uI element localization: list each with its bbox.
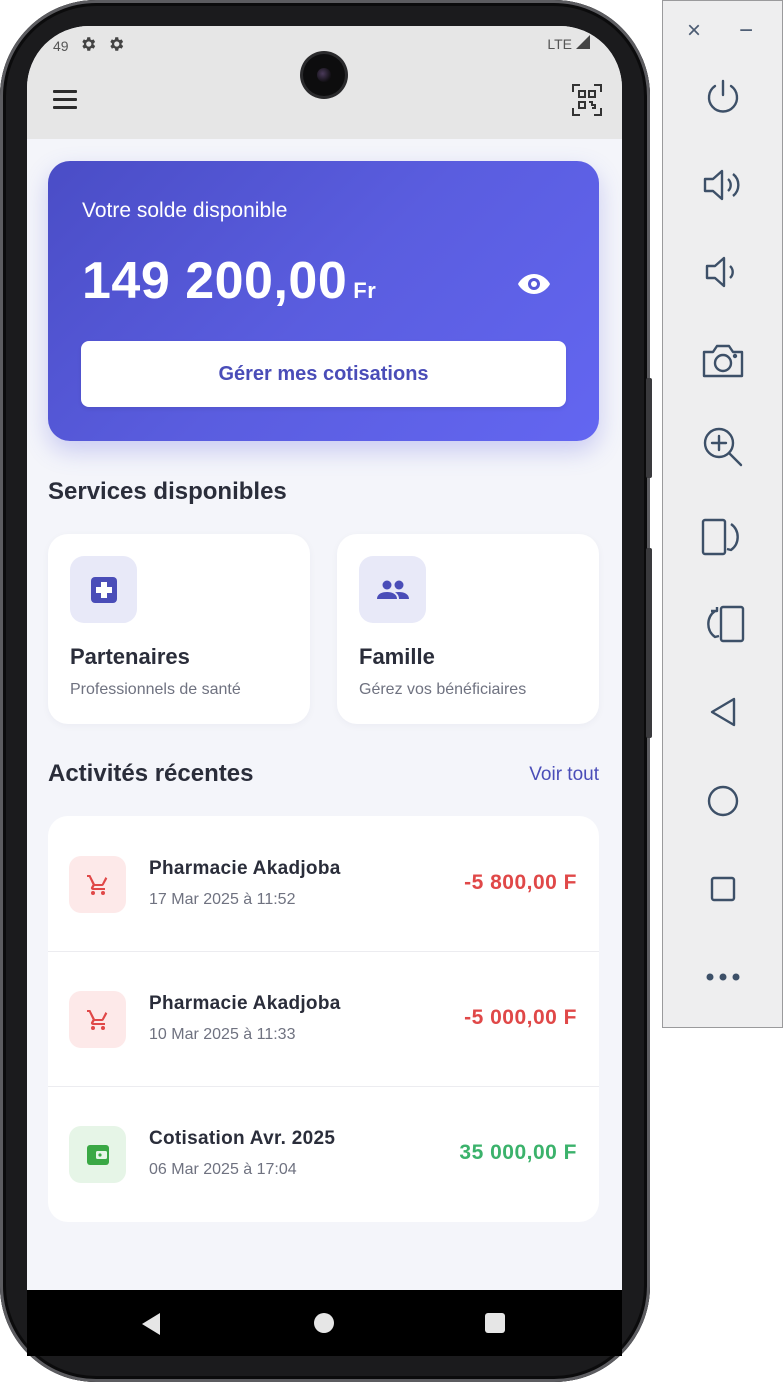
- home-icon[interactable]: [697, 775, 749, 827]
- signal-icon: [576, 35, 590, 52]
- front-camera: [303, 54, 345, 96]
- zoom-icon[interactable]: [697, 421, 749, 473]
- activity-date: 06 Mar 2025 à 17:04: [149, 1161, 297, 1178]
- balance-amount: 149 200,00 Fr: [82, 251, 376, 311]
- balance-card: Votre solde disponible 149 200,00 Fr Gére…: [48, 161, 599, 441]
- gear-icon: [107, 35, 125, 56]
- cart-icon: [69, 991, 126, 1048]
- home-icon[interactable]: [313, 1312, 335, 1339]
- activity-date: 10 Mar 2025 à 11:33: [149, 1026, 296, 1043]
- balance-currency: Fr: [353, 278, 377, 303]
- rotate-left-icon[interactable]: [697, 511, 749, 563]
- phone-side-button: [646, 378, 652, 478]
- phone-frame: 49 LTE Votre solde disponible 149 200,00…: [0, 0, 652, 1382]
- close-icon[interactable]: ×: [687, 17, 701, 45]
- volume-up-icon[interactable]: [697, 159, 749, 211]
- qr-scan-icon[interactable]: [572, 84, 602, 116]
- back-icon[interactable]: [697, 686, 749, 738]
- camera-icon[interactable]: [697, 335, 749, 387]
- recents-icon[interactable]: [484, 1312, 506, 1339]
- gear-icon: [79, 35, 97, 56]
- activity-row[interactable]: Pharmacie Akadjoba 17 Mar 2025 à 11:52 -…: [48, 816, 599, 952]
- volume-down-icon[interactable]: [697, 246, 749, 298]
- activity-list: Pharmacie Akadjoba 17 Mar 2025 à 11:52 -…: [48, 816, 599, 1222]
- hamburger-menu-icon[interactable]: [53, 90, 77, 110]
- activity-title: Pharmacie Akadjoba: [149, 993, 341, 1014]
- network-label: LTE: [547, 35, 572, 52]
- back-icon[interactable]: [140, 1312, 162, 1341]
- power-icon[interactable]: [697, 71, 749, 123]
- medical-cross-icon: [70, 556, 137, 623]
- phone-volume-button: [646, 548, 652, 738]
- balance-value: 149 200,00: [82, 252, 348, 310]
- service-subtitle: Gérez vos bénéficiaires: [359, 681, 527, 698]
- see-all-link[interactable]: Voir tout: [529, 764, 599, 786]
- phone-screen: 49 LTE Votre solde disponible 149 200,00…: [27, 26, 622, 1290]
- activity-title: Cotisation Avr. 2025: [149, 1128, 336, 1149]
- service-title: Partenaires: [70, 644, 190, 669]
- service-subtitle: Professionnels de santé: [70, 681, 241, 698]
- service-card-partners[interactable]: Partenaires Professionnels de santé: [48, 534, 310, 724]
- manage-contributions-button[interactable]: Gérer mes cotisations: [81, 341, 566, 407]
- activity-date: 17 Mar 2025 à 11:52: [149, 891, 296, 908]
- activity-row[interactable]: Cotisation Avr. 2025 06 Mar 2025 à 17:04…: [48, 1086, 599, 1221]
- cart-icon: [69, 856, 126, 913]
- people-icon: [359, 556, 426, 623]
- status-time: 49: [53, 37, 69, 54]
- eye-icon[interactable]: [517, 271, 551, 297]
- overview-icon[interactable]: [697, 863, 749, 915]
- wallet-icon: [69, 1126, 126, 1183]
- activity-row[interactable]: Pharmacie Akadjoba 10 Mar 2025 à 11:33 -…: [48, 951, 599, 1087]
- home-content: Votre solde disponible 149 200,00 Fr Gére…: [27, 139, 622, 1290]
- activity-amount: 35 000,00 F: [459, 1141, 577, 1164]
- service-card-family[interactable]: Famille Gérez vos bénéficiaires: [337, 534, 599, 724]
- services-title: Services disponibles: [48, 478, 287, 505]
- activity-title: Pharmacie Akadjoba: [149, 858, 341, 879]
- balance-label: Votre solde disponible: [82, 199, 288, 222]
- rotate-right-icon[interactable]: [697, 598, 749, 650]
- activity-amount: -5 800,00 F: [464, 871, 577, 894]
- activities-title: Activités récentes: [48, 760, 254, 787]
- service-title: Famille: [359, 644, 435, 669]
- activity-amount: -5 000,00 F: [464, 1006, 577, 1029]
- emulator-toolbar: × −: [662, 0, 783, 1028]
- more-icon[interactable]: [697, 951, 749, 1003]
- system-nav-bar: [27, 1290, 622, 1356]
- minimize-icon[interactable]: −: [739, 17, 753, 45]
